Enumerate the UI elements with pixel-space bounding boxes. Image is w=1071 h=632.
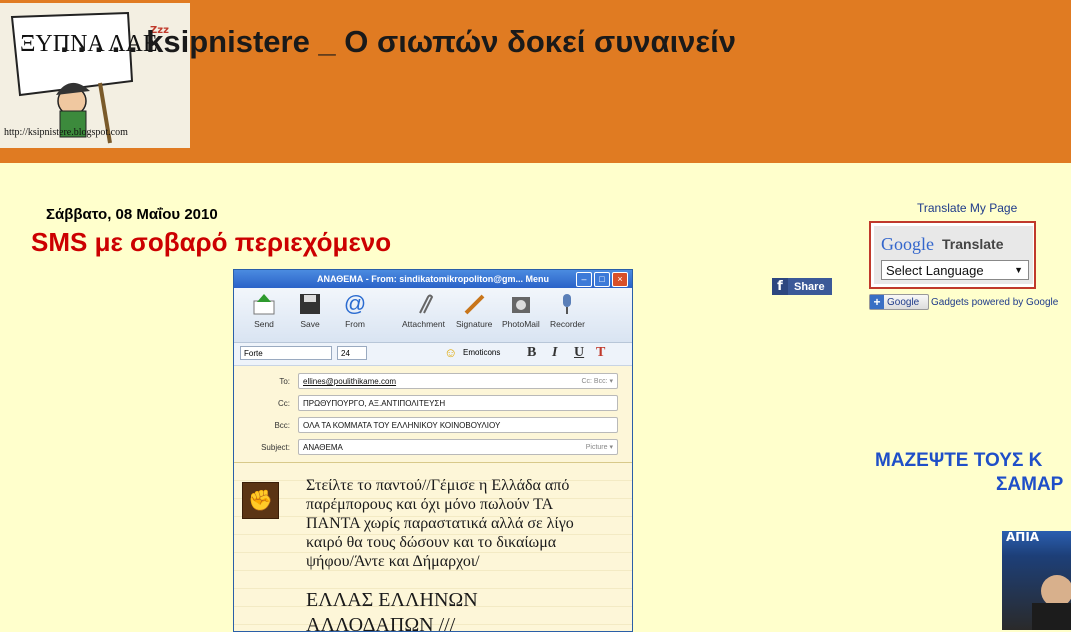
- google-translate-widget: Google Translate Select Language ▼: [869, 221, 1036, 289]
- fist-icon: ✊: [242, 482, 279, 519]
- toolbar-label: Save: [300, 319, 320, 329]
- chevron-down-icon: ▼: [1014, 265, 1023, 275]
- underline-icon: U: [574, 345, 585, 360]
- to-value: ellines@poulithikame.com: [303, 377, 397, 386]
- format-toolbar: Forte 24 ☺ Emoticons B I U T: [234, 343, 632, 366]
- toolbar-from: @ From: [342, 291, 368, 329]
- sidebar-heading-line1[interactable]: ΜΑΖΕΨΤΕ ΤΟΥΣ Κ: [875, 450, 1042, 472]
- bcc-label: Bcc:: [274, 421, 290, 430]
- photo-icon: [508, 292, 534, 316]
- subject-label: Subject:: [261, 443, 290, 452]
- cc-bcc-hint: Cc: Bcc: ▾: [581, 378, 613, 385]
- language-select-value: Select Language: [886, 263, 984, 278]
- pen-icon: [461, 292, 487, 316]
- font-select: Forte: [240, 346, 332, 360]
- microphone-icon: [554, 292, 580, 316]
- email-message: Στείλτε το παντού//Γέμισε η Ελλάδα από π…: [306, 477, 574, 570]
- facebook-icon: f: [772, 278, 788, 295]
- toolbar-signature: Signature: [456, 292, 492, 329]
- picture-hint: Picture ▾: [585, 444, 613, 451]
- send-icon: [251, 292, 277, 316]
- message-line: ΑΛΛΟΔΑΠΩΝ ///: [306, 614, 456, 632]
- toolbar-label: From: [345, 319, 365, 329]
- post-title[interactable]: SMS με σοβαρό περιεχόμενο: [31, 227, 391, 258]
- google-logo: Google: [881, 234, 934, 255]
- paperclip-icon: [411, 292, 437, 316]
- email-body: ✊ Στείλτε το παντού//Γέμισε η Ελλάδα από…: [234, 463, 632, 631]
- sidebar-photo[interactable]: ΑΠΙΑ: [1002, 531, 1071, 630]
- translate-text: Translate: [942, 236, 1004, 252]
- toolbar-label: PhotoMail: [502, 319, 540, 329]
- blog-title[interactable]: . . . . . ksipnistere _ Ο σιωπών δοκεί σ…: [60, 24, 736, 60]
- toolbar-label: Attachment: [402, 319, 445, 329]
- google-gadget-badge[interactable]: + Google: [869, 294, 929, 310]
- gadget-badge-label: Google: [887, 296, 920, 308]
- toolbar-label: Signature: [456, 319, 493, 329]
- translate-label: Translate My Page: [917, 201, 1018, 215]
- email-message-2: ΕΛΛΑΣ ΕΛΛΗΝΩΝ ΑΛΛΟΔΑΠΩΝ ///: [306, 588, 478, 632]
- photo-banner-text: ΑΠΙΑ: [1006, 531, 1040, 544]
- window-title: ΑΝΑΘΕΜΑ - From: sindikatomikropoliton@gm…: [316, 274, 524, 284]
- maximize-icon: □: [594, 272, 610, 287]
- bold-icon: B: [527, 345, 537, 360]
- toolbar-photomail: PhotoMail: [502, 292, 540, 329]
- cc-row: Cc: ΠΡΩΘΥΠΟΥΡΓΟ, ΑΞ.ΑΝΤΙΠΟΛΙΤΕΥΣΗ: [234, 395, 632, 413]
- post-date: Σάββατο, 08 Μαΐου 2010: [46, 206, 218, 223]
- cc-field: ΠΡΩΘΥΠΟΥΡΓΟ, ΑΞ.ΑΝΤΙΠΟΛΙΤΕΥΣΗ: [298, 395, 618, 411]
- save-icon: [297, 292, 323, 316]
- to-field: ellines@poulithikame.com Cc: Bcc: ▾: [298, 373, 618, 389]
- email-window-image: ΑΝΑΘΕΜΑ - From: sindikatomikropoliton@gm…: [233, 269, 633, 632]
- to-label: To:: [279, 377, 290, 386]
- email-header-fields: To: ellines@poulithikame.com Cc: Bcc: ▾ …: [234, 366, 632, 463]
- toolbar-attachment: Attachment: [402, 292, 445, 329]
- toolbar-label: Recorder: [550, 319, 585, 329]
- window-menu: Menu: [525, 274, 550, 284]
- window-titlebar: ΑΝΑΘΕΜΑ - From: sindikatomikropoliton@gm…: [234, 270, 632, 288]
- subject-value: ΑΝΑΘΕΜΑ: [303, 443, 343, 452]
- share-label: Share: [794, 280, 825, 293]
- italic-icon: I: [552, 345, 558, 360]
- google-logo-text: Google: [881, 234, 934, 254]
- toolbar-save: Save: [297, 292, 323, 329]
- at-icon: @: [343, 291, 367, 316]
- compose-toolbar: Send Save @ From Attachment Signature Ph…: [234, 288, 632, 343]
- logo-url: http://ksipnistere.blogspot.com: [4, 127, 128, 138]
- toolbar-send: Send: [251, 292, 277, 329]
- bcc-row: Bcc: ΟΛΑ ΤΑ ΚΟΜΜΑΤΑ ΤΟΥ ΕΛΛΗΝΙΚΟΥ ΚΟΙΝΟΒ…: [234, 417, 632, 435]
- text-color-icon: T: [596, 345, 606, 360]
- smiley-icon: ☺: [444, 345, 458, 360]
- facebook-share-button[interactable]: f Share: [772, 278, 832, 295]
- blog-header: Zzz ΞΥΠΝΑ ΛΑΕ http://ksipnistere.blogspo…: [0, 0, 1071, 163]
- toolbar-label: Send: [254, 319, 274, 329]
- subject-row: Subject: ΑΝΑΘΕΜΑ Picture ▾: [234, 439, 632, 457]
- gadgets-powered-by[interactable]: + Google Gadgets powered by Google: [869, 294, 1058, 310]
- close-icon: ×: [612, 272, 628, 287]
- language-select[interactable]: Select Language ▼: [881, 260, 1029, 280]
- minimize-icon: –: [576, 272, 592, 287]
- cc-label: Cc:: [278, 399, 290, 408]
- subject-field: ΑΝΑΘΕΜΑ Picture ▾: [298, 439, 618, 455]
- toolbar-recorder: Recorder: [550, 292, 585, 329]
- message-line: ΕΛΛΑΣ ΕΛΛΗΝΩΝ: [306, 589, 478, 611]
- sidebar-heading-line2[interactable]: ΣΑΜΑΡ: [996, 474, 1063, 496]
- sidebar-photo-art: ΑΠΙΑ: [1006, 531, 1071, 630]
- plus-icon: +: [870, 295, 884, 309]
- to-row: To: ellines@poulithikame.com Cc: Bcc: ▾: [234, 373, 632, 391]
- gadgets-text: Gadgets powered by Google: [931, 296, 1059, 308]
- google-translate-inner: Google Translate Select Language ▼: [874, 226, 1033, 284]
- font-size-select: 24: [337, 346, 367, 360]
- emoticons-label: Emoticons: [463, 348, 501, 357]
- bcc-field: ΟΛΑ ΤΑ ΚΟΜΜΑΤΑ ΤΟΥ ΕΛΛΗΝΙΚΟΥ ΚΟΙΝΟΒΟΥΛΙΟ…: [298, 417, 618, 433]
